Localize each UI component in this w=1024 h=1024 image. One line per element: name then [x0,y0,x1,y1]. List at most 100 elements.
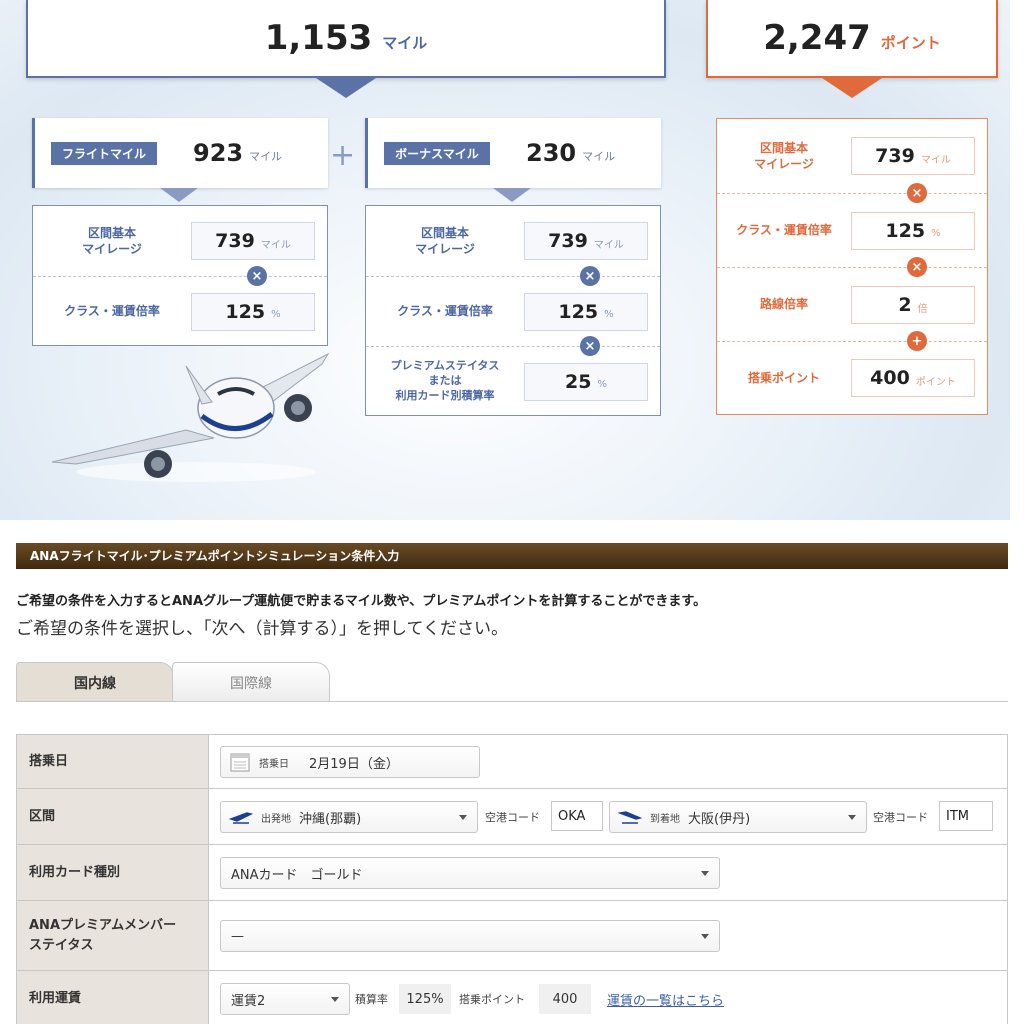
plus-icon: + [330,138,356,173]
airplane-illustration [51,352,330,482]
bonus-premium-label: プレミアムステイタス または 利用カード別積算率 [390,359,500,402]
flight-rate-unit: % [271,309,281,320]
points-base-value-box: 739 マイル [851,137,975,175]
arrival-plane-icon [618,811,642,824]
points-route-label: 路線倍率 [759,297,808,312]
bonus-rate-value-box: 125 % [524,293,648,331]
points-base-row: 区間基本 マイレージ 739 マイル [717,119,987,193]
form-row-fare: 利用運賃 運賃2 積算率 125% 搭乗ポイント 400 運賃の一覧はこちら [16,971,1008,1024]
simulation-form: 搭乗日 搭乗日 2月19日（金） 区間 出発地 沖縄(那覇) 空港コード OKA… [16,734,1008,1024]
calendar-icon [230,753,250,772]
member-status-select[interactable]: — [220,920,720,952]
bonus-base-label: 区間基本 マイレージ [415,225,475,256]
departure-value: 沖縄(那覇) [299,811,362,827]
form-row-card: 利用カード種別 ANAカード ゴールド [16,845,1008,901]
form-row-status: ANAプレミアムメンバー ステイタス — [16,901,1008,971]
flight-miles-value: 923 [193,139,244,167]
simulation-section-title: ANAフライトマイル･プレミアムポイントシミュレーション条件入力 [16,543,1008,569]
tab-divider [16,701,1008,702]
points-boarding-value: 400 [870,367,910,389]
arrival-select[interactable]: 到着地 大阪(伊丹) [609,801,867,833]
fare-value: 運賃2 [231,993,266,1009]
card-type-select[interactable]: ANAカード ゴールド [220,857,720,889]
total-miles-box: 1,153 マイル [26,0,666,78]
chevron-down-icon [331,997,339,1002]
date-label: 搭乗日 [16,735,208,788]
points-calc-panel: 区間基本 マイレージ 739 マイル クラス・運賃倍率 125 % 路線倍率 2… [716,118,988,415]
accrual-rate-value: 125% [399,984,451,1014]
simulation-description: ご希望の条件を入力するとANAグループ運航便で貯まるマイル数や、プレミアムポイン… [16,594,707,609]
bonus-miles-unit: マイル [582,150,616,163]
points-boarding-label: 搭乗ポイント [747,370,820,385]
points-route-value-box: 2 倍 [851,286,975,324]
bonus-base-value-box: 739 マイル [524,222,648,260]
bonus-rate-value: 125 [558,301,599,323]
form-row-route: 区間 出発地 沖縄(那覇) 空港コード OKA 到着地 大阪(伊丹) 空港コード [16,789,1008,845]
multiply-icon: × [580,266,600,286]
form-row-date: 搭乗日 搭乗日 2月19日（金） [16,735,1008,789]
total-points-unit: ポイント [880,33,941,52]
flight-miles-tag: フライトマイル [51,141,157,165]
accrual-rate-label: 積算率 [355,993,388,1006]
bonus-miles-header: ボーナスマイル 230 マイル [365,118,661,188]
arrival-label: 到着地 [650,813,680,825]
departure-select[interactable]: 出発地 沖縄(那覇) [220,801,478,833]
flight-miles-header: フライトマイル 923 マイル [32,118,328,188]
flight-rate-label: クラス・運賃倍率 [64,304,160,319]
tab-international[interactable]: 国際線 [172,662,330,702]
bonus-premium-value-box: 25 % [524,363,648,401]
fare-list-link[interactable]: 運賃の一覧はこちら [607,990,724,1009]
total-miles-value: 1,153 [264,18,373,58]
member-status-value: — [231,928,244,944]
points-rate-value-box: 125 % [851,212,975,250]
points-route-value: 2 [898,294,912,316]
bonus-premium-row: プレミアムステイタス または 利用カード別積算率 25 % [366,346,660,416]
flight-base-row: 区間基本 マイレージ 739 マイル [33,206,327,276]
total-points-value: 2,247 [763,18,871,58]
card-type-value: ANAカード ゴールド [231,867,363,883]
bonus-rate-unit: % [604,309,614,320]
points-arrow-icon [822,78,882,98]
points-route-unit: 倍 [917,304,928,315]
chevron-down-icon [701,934,709,939]
points-rate-row: クラス・運賃倍率 125 % [717,193,987,267]
miles-arrow-icon [316,78,376,98]
boarding-points-label: 搭乗ポイント [459,993,525,1006]
date-field-label: 搭乗日 [259,758,289,770]
simulation-instruction: ご希望の条件を選択し、「次へ（計算する）」を押してください。 [16,619,508,639]
flight-base-label: 区間基本 マイレージ [82,225,142,256]
bonus-premium-unit: % [597,379,607,390]
multiply-icon: × [580,336,600,356]
points-boarding-value-box: 400 ポイント [851,359,975,397]
flight-rate-value-box: 125 % [191,293,315,331]
status-label: ANAプレミアムメンバー ステイタス [16,901,208,970]
flight-rate-value: 125 [225,301,266,323]
fare-select[interactable]: 運賃2 [220,983,350,1015]
multiply-icon: × [247,266,267,286]
points-base-unit: マイル [920,155,951,166]
flight-rate-row: クラス・運賃倍率 125 % [33,276,327,346]
points-boarding-row: 搭乗ポイント 400 ポイント [717,341,987,414]
bonus-arrow-icon [493,188,531,202]
multiply-icon: × [907,257,927,277]
chevron-down-icon [701,871,709,876]
arrival-value: 大阪(伊丹) [688,811,751,827]
fare-label: 利用運賃 [16,971,208,1024]
points-boarding-unit: ポイント [915,377,956,388]
route-label: 区間 [16,789,208,844]
bonus-base-row: 区間基本 マイレージ 739 マイル [366,206,660,276]
tab-domestic[interactable]: 国内線 [16,662,174,702]
departure-code-input[interactable]: OKA [551,801,603,831]
mileage-summary-panel: 1,153 マイル 2,247 ポイント フライトマイル 923 マイル + ボ… [0,0,1010,520]
points-base-label: 区間基本 マイレージ [754,140,814,171]
total-miles-unit: マイル [382,33,428,52]
flight-arrow-icon [160,188,198,202]
arrival-code-label: 空港コード [873,811,928,824]
arrival-code-input[interactable]: ITM [939,801,993,831]
date-picker[interactable]: 搭乗日 2月19日（金） [220,746,480,778]
multiply-icon: × [907,183,927,203]
points-rate-unit: % [931,228,941,239]
bonus-calc-panel: 区間基本 マイレージ 739 マイル クラス・運賃倍率 125 % プレミアムス… [365,205,661,416]
bonus-base-unit: マイル [593,240,624,251]
chevron-down-icon [848,815,856,820]
